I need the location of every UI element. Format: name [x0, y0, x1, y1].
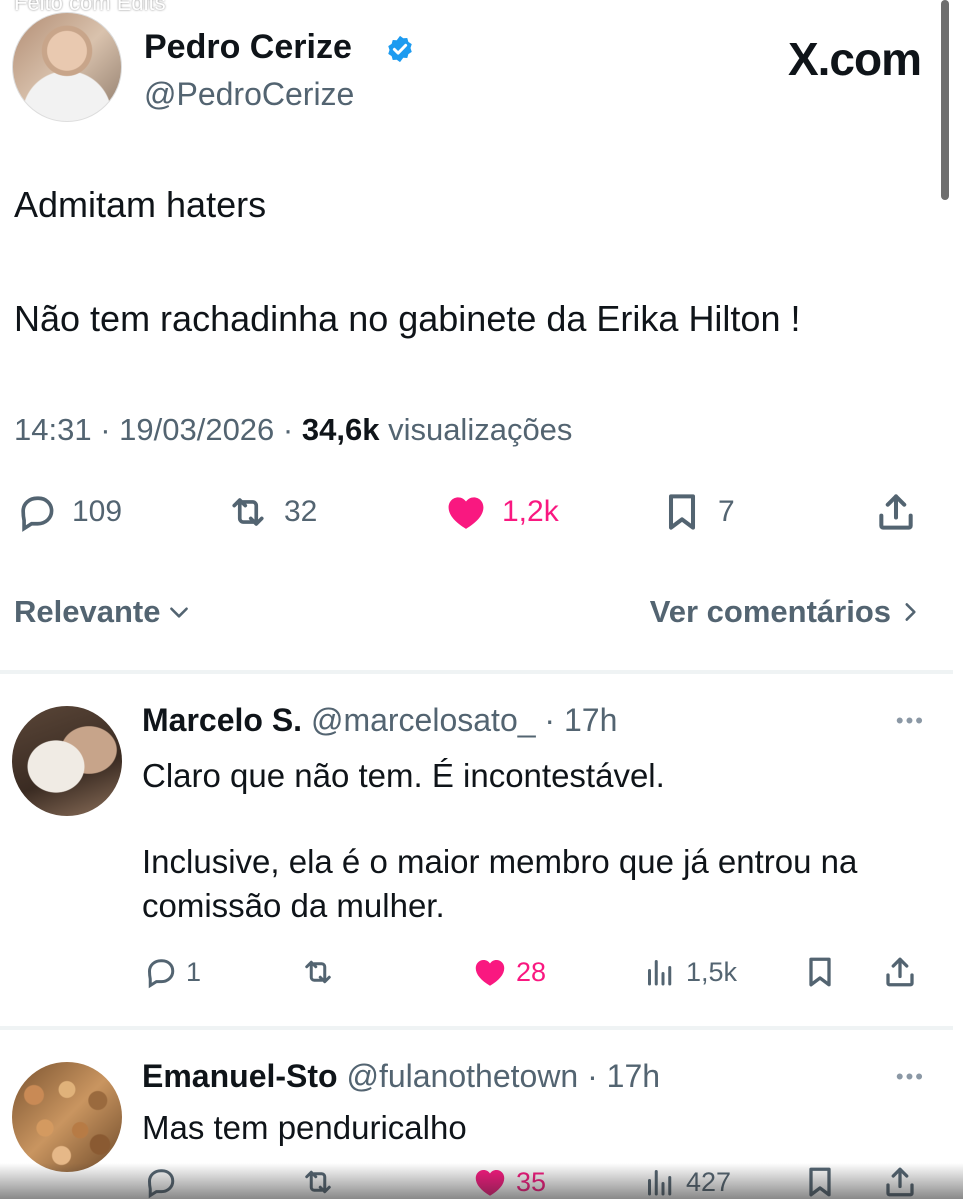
reply-time[interactable]: 17h [607, 1058, 660, 1094]
divider [0, 1026, 953, 1030]
tweet-time[interactable]: 14:31 [14, 412, 92, 447]
tweet-action-bar: 109 32 1,2k 7 [14, 490, 923, 546]
reply-bookmark-button[interactable] [802, 954, 838, 990]
more-options-icon[interactable]: ••• [896, 1064, 925, 1090]
reply-views-button[interactable]: 1,5k [642, 954, 737, 990]
meta-separator: · [282, 412, 302, 447]
reply-text-line-1: Mas tem penduricalho [142, 1109, 467, 1146]
sort-label: Relevante [14, 594, 161, 629]
reply-icon [21, 496, 54, 532]
views-chart-icon [648, 960, 672, 986]
reply-action-bar: 1 28 1,5k [142, 954, 925, 998]
reply-header: Marcelo S. @marcelosato_ · 17h [142, 702, 617, 739]
tweet-text-line-2: Não tem rachadinha no gabinete da Erika … [14, 298, 801, 339]
views-count: 34,6k [301, 412, 380, 447]
like-count: 1,2k [502, 495, 559, 528]
reply-separator: · [587, 1058, 607, 1094]
reply-header: Emanuel-Sto @fulanothetown · 17h [142, 1058, 660, 1095]
reply-separator: · [544, 702, 564, 738]
bookmark-icon [668, 494, 696, 530]
view-comments-link[interactable]: Ver comentários [650, 594, 923, 630]
sort-dropdown[interactable]: Relevante [14, 594, 192, 630]
reply-author-name[interactable]: Emanuel-Sto [142, 1058, 338, 1094]
x-com-logo: X.com [787, 33, 922, 85]
share-icon [886, 957, 914, 987]
tweet-header: Pedro Cerize @PedroCerize X.com [12, 12, 923, 122]
verified-badge-icon [388, 35, 412, 63]
view-comments-label: Ver comentários [649, 594, 891, 629]
divider [0, 670, 953, 674]
retweet-count: 32 [284, 495, 318, 528]
tweet-meta: 14:31 · 19/03/2026 · 34,6k visualizações [14, 412, 572, 448]
views-label: visualizações [388, 412, 573, 447]
author-avatar[interactable] [12, 12, 122, 122]
reply-reply-count: 1 [186, 956, 202, 987]
retweet-button[interactable]: 32 [226, 490, 317, 534]
reply-retweet-button[interactable] [300, 954, 336, 990]
reply-time[interactable]: 17h [564, 702, 617, 738]
heart-filled-icon [475, 960, 505, 986]
reply-like-button[interactable]: 28 [472, 954, 546, 990]
reply-icon [147, 959, 175, 989]
more-options-icon[interactable]: ••• [896, 708, 925, 734]
replies-sort-row: Relevante Ver comentários [14, 590, 923, 640]
heart-filled-icon [448, 497, 484, 529]
reply-text-line-1: Claro que não tem. É incontestável. [142, 757, 665, 794]
author-handle[interactable]: @PedroCerize [144, 76, 354, 113]
bookmark-count: 7 [718, 495, 735, 528]
reply-text-line-2: Inclusive, ela é o maior membro que já e… [142, 843, 858, 924]
scrollbar[interactable] [941, 0, 949, 200]
reply-author-handle[interactable]: @fulanothetown [346, 1058, 578, 1094]
reply-author-name[interactable]: Marcelo S. [142, 702, 302, 738]
share-button[interactable] [874, 490, 918, 534]
reply-avatar[interactable] [12, 706, 122, 816]
reply-item[interactable]: Marcelo S. @marcelosato_ · 17h ••• Claro… [0, 680, 953, 1020]
bottom-fade-overlay [0, 1163, 963, 1199]
retweet-icon [305, 960, 331, 984]
tweet-date[interactable]: 19/03/2026 [119, 412, 274, 447]
bookmark-icon [809, 957, 831, 987]
tweet-screenshot: Feito com Edits Pedro Cerize @PedroCeriz… [0, 0, 963, 1199]
reply-share-button[interactable] [882, 954, 918, 990]
like-button[interactable]: 1,2k [444, 490, 559, 534]
share-icon [879, 494, 913, 530]
reply-view-count: 1,5k [686, 956, 738, 987]
reply-button[interactable]: 109 [14, 490, 122, 534]
meta-separator: · [100, 412, 120, 447]
chevron-down-icon [170, 607, 189, 618]
reply-like-count: 28 [516, 956, 547, 987]
reply-avatar[interactable] [12, 1062, 122, 1172]
reply-reply-button[interactable]: 1 [142, 954, 201, 990]
reply-count: 109 [72, 495, 123, 528]
retweet-icon [232, 498, 264, 526]
tweet-text-line-1: Admitam haters [14, 184, 267, 225]
bookmark-button[interactable]: 7 [660, 490, 735, 534]
chevron-right-icon [905, 603, 916, 621]
author-name[interactable]: Pedro Cerize [144, 28, 352, 67]
reply-author-handle[interactable]: @marcelosato_ [311, 702, 536, 738]
